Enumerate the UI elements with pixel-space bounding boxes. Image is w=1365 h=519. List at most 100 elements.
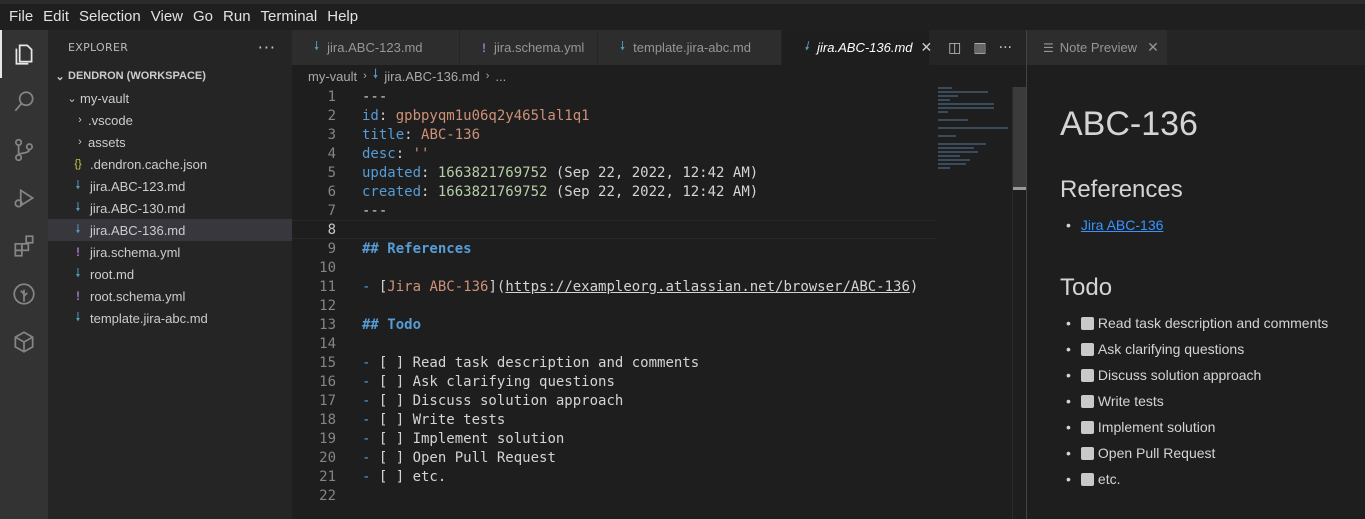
code-line: 19- [ ] Implement solution [319, 430, 565, 447]
cursor-marker [1013, 187, 1026, 190]
files-icon [15, 44, 33, 65]
open-preview-icon[interactable]: ◫ [948, 40, 961, 56]
menu-run[interactable]: Run [218, 4, 256, 30]
menu-go[interactable]: Go [188, 4, 218, 30]
markdown-icon: 🠗 [75, 199, 81, 214]
todo-checkbox[interactable] [1080, 342, 1094, 356]
file-jira-schema-yml[interactable]: ! jira.schema.yml [48, 241, 292, 263]
breadcrumb-vault[interactable]: my-vault [308, 69, 357, 84]
code-line: 1 --- [327, 88, 388, 105]
source-control-button[interactable] [0, 126, 48, 174]
tab-jira-abc-136[interactable]: 🠗 jira.ABC-136.md ✕ [782, 30, 933, 65]
folder-assets[interactable]: › assets [48, 131, 292, 153]
file-label: root.md [90, 266, 135, 282]
todo-item: Ask clarifying questions [1060, 336, 1365, 362]
file-root-md[interactable]: 🠗 root.md [48, 263, 292, 285]
todo-checkbox[interactable] [1080, 446, 1094, 460]
menu-bar: File Edit Selection View Go Run Terminal… [0, 0, 1365, 30]
code-editor[interactable]: 1 --- 2 id: gpbpyqm1u06q2y465lal1q1 3 title… [292, 87, 1026, 519]
markdown-icon: 🠗 [75, 177, 81, 192]
yaml-icon: ! [482, 40, 486, 55]
references-list: Jira ABC-136 [1060, 212, 1365, 238]
code-line: 3 title: ABC-136 [327, 126, 481, 143]
folder-label: .vscode [88, 112, 133, 128]
markdown-icon: 🠗 [372, 66, 379, 81]
tab-note-preview[interactable]: ☰ Note Preview ✕ [1027, 30, 1167, 65]
editor-group: 🠗 jira.ABC-123.md ! jira.schema.yml 🠗 te… [292, 30, 1026, 519]
code-line-current: 8 [292, 220, 936, 239]
chevron-down-icon: ⌄ [55, 70, 65, 83]
file-label: jira.ABC-123.md [90, 178, 186, 194]
link-url[interactable]: https://exampleorg.atlassian.net/browser… [505, 279, 910, 295]
breadcrumb-file[interactable]: jira.ABC-136.md [384, 69, 479, 84]
todo-item: Read task description and comments [1060, 310, 1365, 336]
explorer-sidebar: EXPLORER ··· ⌄ DENDRON (WORKSPACE) ⌄ my-… [48, 30, 292, 519]
tab-label: jira.ABC-123.md [327, 40, 423, 55]
folder-vscode[interactable]: › .vscode [48, 109, 292, 131]
note-preview-panel: ☰ Note Preview ✕ ABC-136 References Jira… [1026, 30, 1365, 519]
chevron-right-icon: › [78, 114, 82, 126]
breadcrumb: my-vault › 🠗 jira.ABC-136.md › ... [292, 65, 1026, 87]
menu-selection[interactable]: Selection [74, 4, 146, 30]
code-line: 7 --- [327, 202, 388, 219]
code-line: 11- [Jira ABC-136](https://exampleorg.at… [319, 278, 919, 295]
editor-scrollbar[interactable] [1012, 87, 1026, 519]
split-editor-icon[interactable]: ▥ [973, 40, 986, 56]
scrollbar-thumb[interactable] [1013, 87, 1026, 187]
todo-checkbox[interactable] [1080, 368, 1094, 382]
yaml-icon: ! [76, 289, 80, 303]
minimap[interactable] [938, 87, 1012, 187]
tab-jira-abc-123[interactable]: 🠗 jira.ABC-123.md [292, 30, 460, 65]
code-line: 14 [319, 335, 336, 352]
preview-content: ABC-136 References Jira ABC-136 Todo Rea… [1027, 65, 1365, 492]
extensions-button[interactable] [0, 222, 48, 270]
search-button[interactable] [0, 78, 48, 126]
editor-actions: ◫ ▥ ··· [948, 30, 1012, 65]
code-line: 22 [319, 487, 336, 504]
preview-icon: ☰ [1043, 40, 1054, 55]
file-dendron-cache-json[interactable]: {} .dendron.cache.json [48, 153, 292, 175]
folder-label: assets [88, 134, 126, 150]
editor-tabs: 🠗 jira.ABC-123.md ! jira.schema.yml 🠗 te… [292, 30, 1026, 65]
dendron-tree-button[interactable] [0, 270, 48, 318]
close-icon[interactable]: ✕ [1147, 39, 1159, 56]
tab-template-jira-abc[interactable]: 🠗 template.jira-abc.md [598, 30, 782, 65]
todo-checkbox[interactable] [1080, 472, 1094, 486]
close-icon[interactable]: ✕ [921, 39, 933, 56]
run-debug-button[interactable] [0, 174, 48, 222]
file-template-jira-abc[interactable]: 🠗 template.jira-abc.md [48, 307, 292, 329]
file-label: jira.schema.yml [90, 244, 181, 260]
code-line: 10 [319, 259, 336, 276]
extensions-icon [14, 235, 34, 257]
file-jira-abc-123[interactable]: 🠗 jira.ABC-123.md [48, 175, 292, 197]
code-line: 12 [319, 297, 336, 314]
source-control-icon [15, 138, 33, 162]
workspace-root[interactable]: ⌄ DENDRON (WORKSPACE) [48, 65, 292, 87]
code-line: 2 id: gpbpyqm1u06q2y465lal1q1 [327, 107, 590, 124]
jira-link[interactable]: Jira ABC-136 [1081, 217, 1163, 233]
explorer-header: EXPLORER ··· [48, 30, 292, 65]
menu-view[interactable]: View [146, 4, 188, 30]
explorer-button[interactable] [0, 30, 48, 78]
more-actions-icon[interactable]: ··· [258, 38, 276, 57]
markdown-icon: 🠗 [75, 265, 81, 280]
workspace-label: DENDRON (WORKSPACE) [68, 70, 206, 82]
tab-jira-schema[interactable]: ! jira.schema.yml [460, 30, 598, 65]
file-root-schema-yml[interactable]: ! root.schema.yml [48, 285, 292, 307]
menu-file[interactable]: File [4, 4, 38, 30]
code-line: 18- [ ] Write tests [319, 411, 506, 428]
more-actions-icon[interactable]: ··· [999, 40, 1012, 56]
todo-checkbox[interactable] [1080, 316, 1094, 330]
markdown-icon: 🠗 [75, 221, 81, 236]
menu-edit[interactable]: Edit [38, 4, 74, 30]
file-jira-abc-130[interactable]: 🠗 jira.ABC-130.md [48, 197, 292, 219]
menu-terminal[interactable]: Terminal [256, 4, 323, 30]
todo-checkbox[interactable] [1080, 394, 1094, 408]
breadcrumb-more[interactable]: ... [495, 69, 506, 84]
folder-my-vault[interactable]: ⌄ my-vault [48, 87, 292, 109]
menu-help[interactable]: Help [322, 4, 363, 30]
todo-checkbox[interactable] [1080, 420, 1094, 434]
dendron-graph-button[interactable] [0, 318, 48, 366]
file-jira-abc-136[interactable]: 🠗 jira.ABC-136.md [48, 219, 292, 241]
code-line: 21- [ ] etc. [319, 468, 447, 485]
